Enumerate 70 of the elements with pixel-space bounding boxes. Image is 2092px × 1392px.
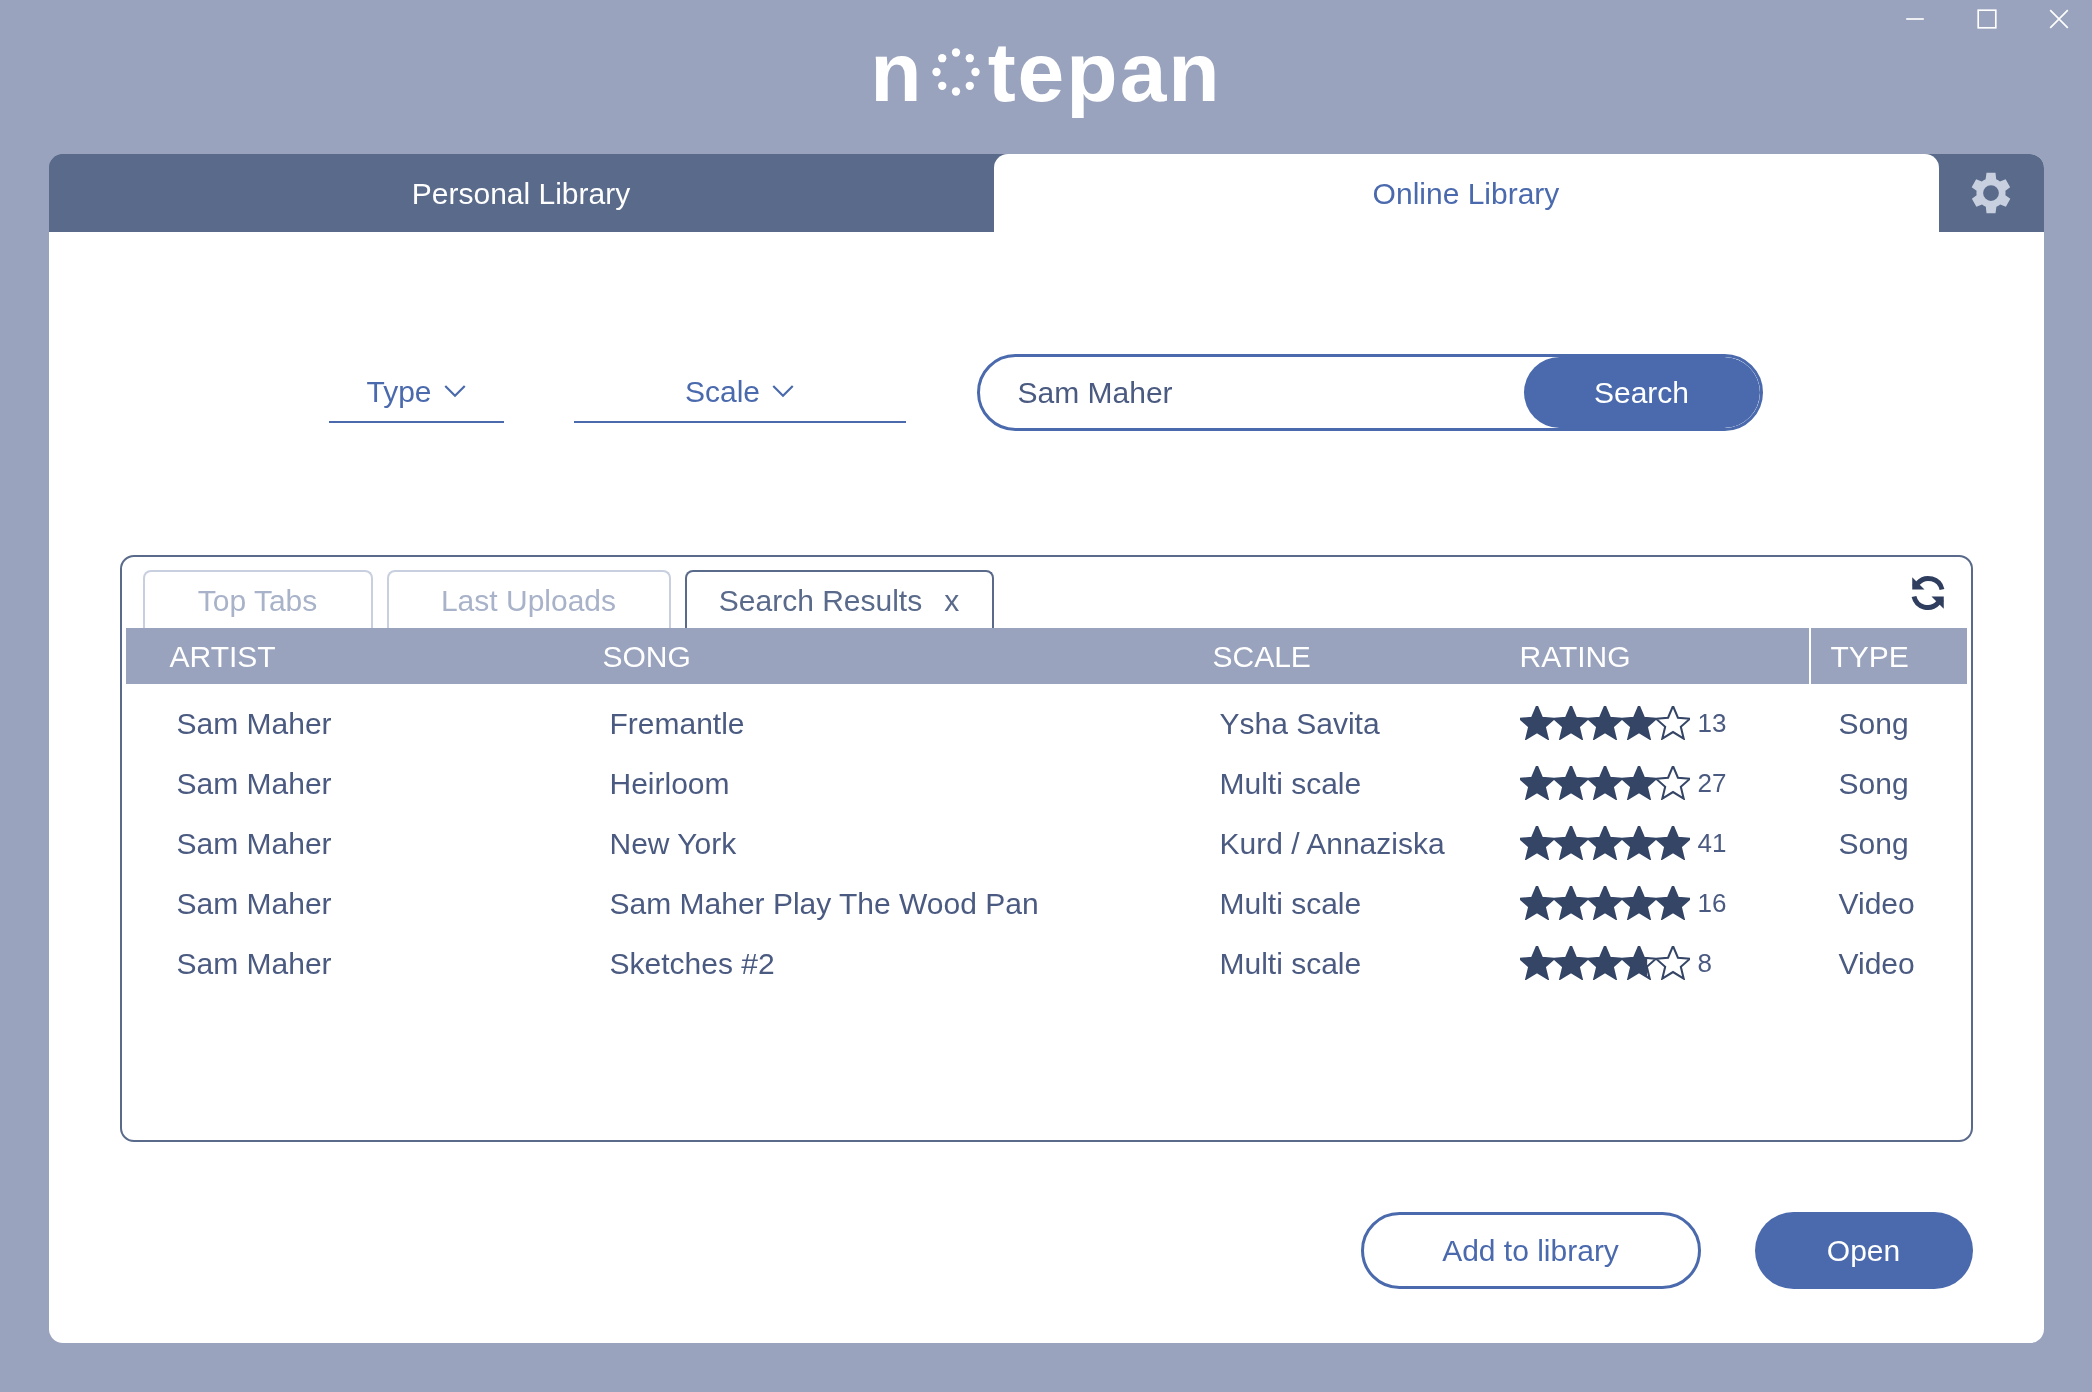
library-tab[interactable]: Online Library: [993, 154, 1939, 232]
star-icon: [1519, 706, 1554, 740]
star-icon: [1553, 706, 1588, 740]
maximize-icon[interactable]: [1976, 8, 1998, 30]
scale-cell-text: Kurd / Annaziska: [1218, 825, 1446, 862]
star-icon: [1621, 826, 1656, 860]
star-icon: [1553, 886, 1588, 920]
song-cell-text: New York: [608, 825, 738, 862]
column-header: TYPE: [1808, 628, 1967, 684]
type-cell-text: Video: [1837, 945, 1916, 982]
close-tab-button[interactable]: x: [944, 577, 960, 623]
scale-cell-text: Multi scale: [1218, 945, 1363, 982]
column-header: SCALE: [1212, 638, 1312, 675]
star-icon: [1621, 706, 1656, 740]
star-icon: [1519, 886, 1554, 920]
filter-dropdown[interactable]: Type: [328, 362, 504, 423]
star-icon: [1621, 946, 1656, 980]
rating-count: 16: [1697, 886, 1727, 920]
artist-cell-text: Sam Maher: [175, 885, 333, 922]
star-icon: [1553, 766, 1588, 800]
rating-count: 27: [1697, 766, 1727, 800]
star-icon: [1655, 886, 1690, 920]
filter-dropdown[interactable]: Scale: [573, 362, 906, 423]
song-cell-text: Fremantle: [608, 705, 746, 742]
star-icon: [1655, 826, 1690, 860]
star-icon: [1519, 946, 1554, 980]
star-icon: [1553, 826, 1588, 860]
star-icon: [1587, 706, 1622, 740]
type-cell-text: Video: [1837, 885, 1916, 922]
song-cell-text: Heirloom: [608, 765, 731, 802]
song-cell-text: Sketches #2: [608, 945, 776, 982]
scale-cell-text: Multi scale: [1218, 765, 1363, 802]
rating-count: 41: [1697, 826, 1727, 860]
song-cell-text: Sam Maher Play The Wood Pan: [608, 885, 1040, 922]
type-cell-text: Song: [1837, 705, 1910, 742]
star-icon: [1553, 946, 1588, 980]
rating-count: 8: [1697, 946, 1712, 980]
search-input[interactable]: Sam Maher: [979, 370, 1524, 415]
search-button[interactable]: Search: [1523, 357, 1760, 428]
chevron-down-icon: [772, 385, 794, 398]
artist-cell-text: Sam Maher: [175, 765, 333, 802]
column-header: SONG: [602, 638, 692, 675]
artist-cell-text: Sam Maher: [175, 825, 333, 862]
logo-text: n: [870, 30, 924, 114]
artist-cell-text: Sam Maher: [175, 705, 333, 742]
scale-cell-text: Ysha Savita: [1218, 705, 1381, 742]
column-header: ARTIST: [168, 638, 277, 675]
star-icon: [1621, 766, 1656, 800]
type-cell-text: Song: [1837, 825, 1910, 862]
star-icon: [1519, 766, 1554, 800]
star-icon: [1587, 946, 1622, 980]
scale-cell-text: Multi scale: [1218, 885, 1363, 922]
star-icon: [1519, 826, 1554, 860]
star-icon: [1655, 706, 1690, 740]
open-button[interactable]: Open: [1754, 1212, 1973, 1289]
chevron-down-icon: [443, 385, 466, 398]
dot-ring-icon: [929, 46, 982, 98]
rating-count: 13: [1697, 706, 1727, 740]
star-icon: [1587, 886, 1622, 920]
column-header: RATING: [1519, 638, 1632, 675]
star-icon: [1587, 826, 1622, 860]
type-cell-text: Song: [1837, 765, 1910, 802]
artist-cell-text: Sam Maher: [175, 945, 333, 982]
search-field[interactable]: Sam Maher Search: [976, 354, 1763, 431]
star-icon: [1655, 766, 1690, 800]
star-icon: [1587, 766, 1622, 800]
star-icon: [1655, 946, 1690, 980]
close-icon[interactable]: [2048, 8, 2070, 30]
star-icon: [1621, 886, 1656, 920]
add-button[interactable]: Add to library: [1360, 1212, 1701, 1289]
